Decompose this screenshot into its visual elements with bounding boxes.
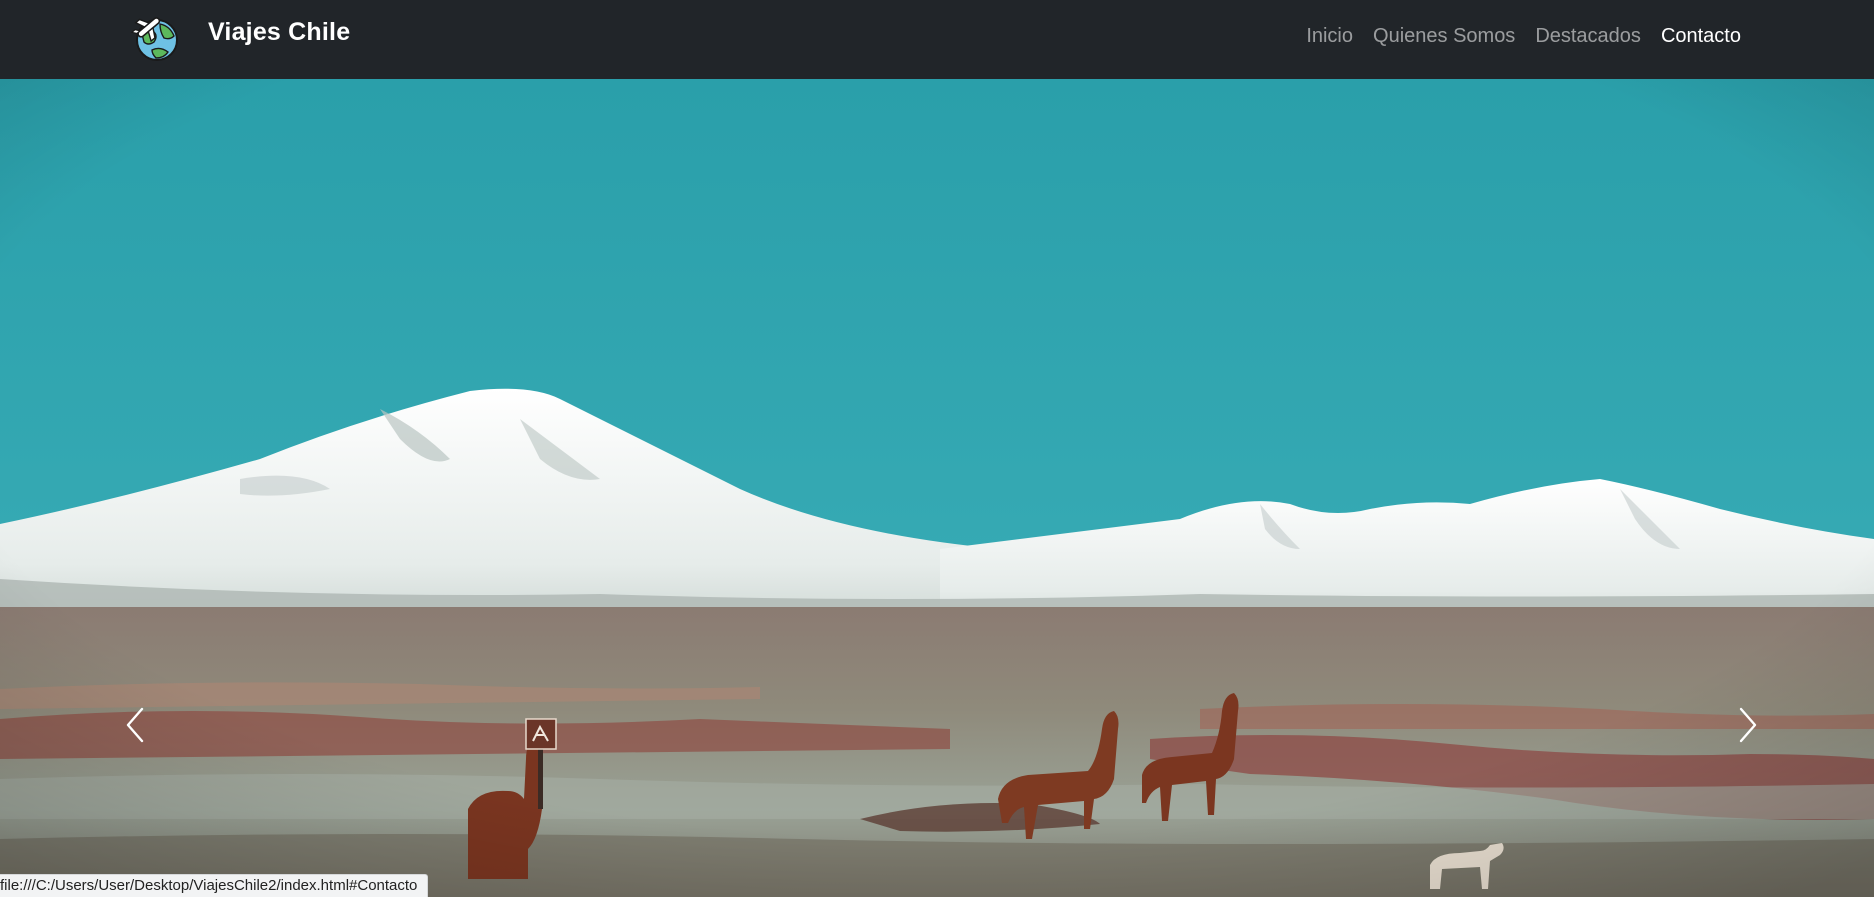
top-navbar: Viajes Chile Inicio Quienes Somos Destac… xyxy=(0,0,1874,79)
carousel-next-button[interactable] xyxy=(1718,685,1778,765)
brand-name: Viajes Chile xyxy=(208,17,351,46)
globe-airplane-icon xyxy=(130,17,178,61)
nav-link-destacados[interactable]: Destacados xyxy=(1535,25,1641,48)
nav-link-inicio[interactable]: Inicio xyxy=(1306,25,1353,48)
slide-image xyxy=(0,79,1874,897)
carousel-prev-button[interactable] xyxy=(105,685,165,765)
chevron-right-icon xyxy=(1739,707,1757,743)
main-nav: Inicio Quienes Somos Destacados Contacto xyxy=(1306,25,1741,48)
nav-link-contacto[interactable]: Contacto xyxy=(1661,25,1741,48)
hero-carousel xyxy=(0,79,1874,897)
nav-link-quienes-somos[interactable]: Quienes Somos xyxy=(1373,25,1515,48)
browser-status-bar: file:///C:/Users/User/Desktop/ViajesChil… xyxy=(0,874,429,897)
chevron-left-icon xyxy=(126,707,144,743)
brand-link[interactable]: Viajes Chile xyxy=(130,12,350,64)
